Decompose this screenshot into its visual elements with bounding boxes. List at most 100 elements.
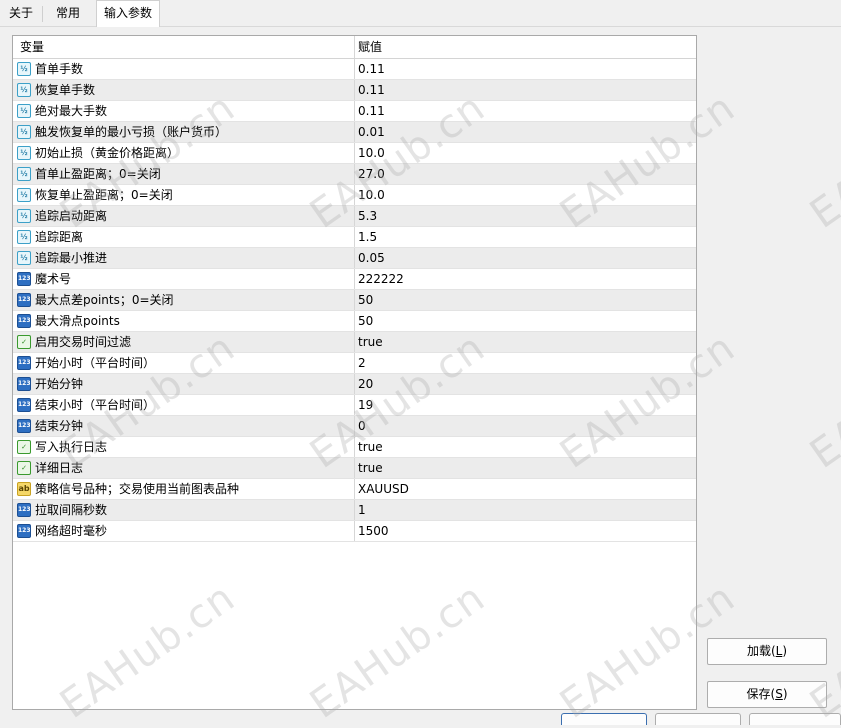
parameter-row[interactable]: 123 结束小时（平台时间） 19 xyxy=(13,395,696,416)
parameter-name: 网络超时毫秒 xyxy=(35,524,108,538)
parameter-name-cell: 123 结束小时（平台时间） xyxy=(13,395,355,415)
parameter-name: 最大点差points；0=关闭 xyxy=(35,293,174,307)
reset-button[interactable] xyxy=(749,713,841,725)
parameter-value[interactable]: 0 xyxy=(355,416,696,436)
parameter-name-cell: ✓ 详细日志 xyxy=(13,458,355,478)
ok-button[interactable] xyxy=(561,713,647,725)
parameter-name: 追踪距离 xyxy=(35,230,84,244)
parameter-name-cell: ½ 绝对最大手数 xyxy=(13,101,355,121)
parameter-value[interactable]: 1500 xyxy=(355,521,696,541)
double-type-icon: ½ xyxy=(17,187,31,202)
parameter-name: 绝对最大手数 xyxy=(35,104,108,118)
parameter-row[interactable]: 123 网络超时毫秒 1500 xyxy=(13,521,696,542)
double-type-icon: ½ xyxy=(17,103,31,118)
parameter-value[interactable]: 5.3 xyxy=(355,206,696,226)
parameter-name-cell: ✓ 写入执行日志 xyxy=(13,437,355,457)
integer-type-icon: 123 xyxy=(17,355,31,370)
parameter-row[interactable]: ½ 追踪最小推进 0.05 xyxy=(13,248,696,269)
parameter-value[interactable]: true xyxy=(355,332,696,352)
parameter-value[interactable]: true xyxy=(355,458,696,478)
parameter-value[interactable]: 50 xyxy=(355,290,696,310)
parameter-value[interactable]: 20 xyxy=(355,374,696,394)
bool-type-icon: ✓ xyxy=(17,334,31,349)
parameter-name: 首单止盈距离；0=关闭 xyxy=(35,167,161,181)
integer-type-icon: 123 xyxy=(17,376,31,391)
parameter-value[interactable]: 27.0 xyxy=(355,164,696,184)
parameter-row[interactable]: ab 策略信号品种；交易使用当前图表品种 XAUUSD xyxy=(13,479,696,500)
double-type-icon: ½ xyxy=(17,229,31,244)
parameter-row[interactable]: ½ 绝对最大手数 0.11 xyxy=(13,101,696,122)
parameter-name-cell: ½ 触发恢复单的最小亏损（账户货币） xyxy=(13,122,355,142)
parameter-row[interactable]: 123 最大滑点points 50 xyxy=(13,311,696,332)
parameter-name-cell: 123 魔术号 xyxy=(13,269,355,289)
parameter-value[interactable]: 19 xyxy=(355,395,696,415)
parameter-value[interactable]: 0.11 xyxy=(355,59,696,79)
header-variable[interactable]: 变量 xyxy=(13,36,355,58)
parameter-name-cell: ✓ 启用交易时间过滤 xyxy=(13,332,355,352)
parameter-value[interactable]: 0.11 xyxy=(355,101,696,121)
parameter-name-cell: 123 开始分钟 xyxy=(13,374,355,394)
tab-inputs[interactable]: 输入参数 xyxy=(96,0,160,27)
parameter-row[interactable]: 123 拉取间隔秒数 1 xyxy=(13,500,696,521)
parameter-name: 写入执行日志 xyxy=(35,440,108,454)
parameter-value[interactable]: 50 xyxy=(355,311,696,331)
cancel-button[interactable] xyxy=(655,713,741,725)
parameter-row[interactable]: ½ 初始止损（黄金价格距离） 10.0 xyxy=(13,143,696,164)
tab-bar: 关于 常用 输入参数 xyxy=(0,0,841,27)
parameter-row[interactable]: 123 开始分钟 20 xyxy=(13,374,696,395)
parameter-row[interactable]: ½ 追踪启动距离 5.3 xyxy=(13,206,696,227)
parameter-value[interactable]: 10.0 xyxy=(355,185,696,205)
parameter-row[interactable]: ✓ 详细日志 true xyxy=(13,458,696,479)
save-button[interactable]: 保存(S) xyxy=(707,681,827,708)
parameter-value[interactable]: 1 xyxy=(355,500,696,520)
parameter-name-cell: 123 网络超时毫秒 xyxy=(13,521,355,541)
parameter-name: 结束小时（平台时间） xyxy=(35,398,156,412)
integer-type-icon: 123 xyxy=(17,502,31,517)
parameter-row[interactable]: ½ 恢复单止盈距离；0=关闭 10.0 xyxy=(13,185,696,206)
parameter-row[interactable]: ½ 恢复单手数 0.11 xyxy=(13,80,696,101)
integer-type-icon: 123 xyxy=(17,523,31,538)
load-button[interactable]: 加载(L) xyxy=(707,638,827,665)
parameter-row[interactable]: 123 开始小时（平台时间） 2 xyxy=(13,353,696,374)
parameter-row[interactable]: 123 魔术号 222222 xyxy=(13,269,696,290)
parameter-name: 开始分钟 xyxy=(35,377,84,391)
parameter-name-cell: ½ 初始止损（黄金价格距离） xyxy=(13,143,355,163)
tab-common[interactable]: 常用 xyxy=(43,3,93,25)
parameter-value[interactable]: 2 xyxy=(355,353,696,373)
parameter-row[interactable]: 123 最大点差points；0=关闭 50 xyxy=(13,290,696,311)
parameter-name-cell: 123 拉取间隔秒数 xyxy=(13,500,355,520)
integer-type-icon: 123 xyxy=(17,271,31,286)
parameter-name-cell: ab 策略信号品种；交易使用当前图表品种 xyxy=(13,479,355,499)
parameter-value[interactable]: 0.01 xyxy=(355,122,696,142)
parameter-value[interactable]: 0.11 xyxy=(355,80,696,100)
parameter-row[interactable]: ½ 首单手数 0.11 xyxy=(13,59,696,80)
parameter-name-cell: ½ 首单止盈距离；0=关闭 xyxy=(13,164,355,184)
parameter-name-cell: ½ 追踪最小推进 xyxy=(13,248,355,268)
parameter-value[interactable]: 1.5 xyxy=(355,227,696,247)
parameter-value[interactable]: true xyxy=(355,437,696,457)
parameter-name-cell: 123 最大点差points；0=关闭 xyxy=(13,290,355,310)
parameter-row[interactable]: ✓ 写入执行日志 true xyxy=(13,437,696,458)
double-type-icon: ½ xyxy=(17,250,31,265)
parameter-row[interactable]: ½ 触发恢复单的最小亏损（账户货币） 0.01 xyxy=(13,122,696,143)
double-type-icon: ½ xyxy=(17,124,31,139)
save-button-suffix: ) xyxy=(782,687,788,701)
parameter-row[interactable]: 123 结束分钟 0 xyxy=(13,416,696,437)
parameter-value[interactable]: 0.05 xyxy=(355,248,696,268)
parameter-value[interactable]: XAUUSD xyxy=(355,479,696,499)
parameter-name: 魔术号 xyxy=(35,272,72,286)
header-value[interactable]: 赋值 xyxy=(355,36,696,58)
grid-header: 变量 赋值 xyxy=(13,36,696,59)
double-type-icon: ½ xyxy=(17,61,31,76)
parameter-name: 初始止损（黄金价格距离） xyxy=(35,146,180,160)
parameter-value[interactable]: 222222 xyxy=(355,269,696,289)
tab-about[interactable]: 关于 xyxy=(0,3,42,25)
parameter-name-cell: ½ 追踪启动距离 xyxy=(13,206,355,226)
parameter-row[interactable]: ½ 追踪距离 1.5 xyxy=(13,227,696,248)
parameter-name: 详细日志 xyxy=(35,461,84,475)
parameter-value[interactable]: 10.0 xyxy=(355,143,696,163)
parameter-row[interactable]: ✓ 启用交易时间过滤 true xyxy=(13,332,696,353)
parameter-row[interactable]: ½ 首单止盈距离；0=关闭 27.0 xyxy=(13,164,696,185)
parameter-name: 追踪最小推进 xyxy=(35,251,108,265)
parameter-name: 开始小时（平台时间） xyxy=(35,356,156,370)
